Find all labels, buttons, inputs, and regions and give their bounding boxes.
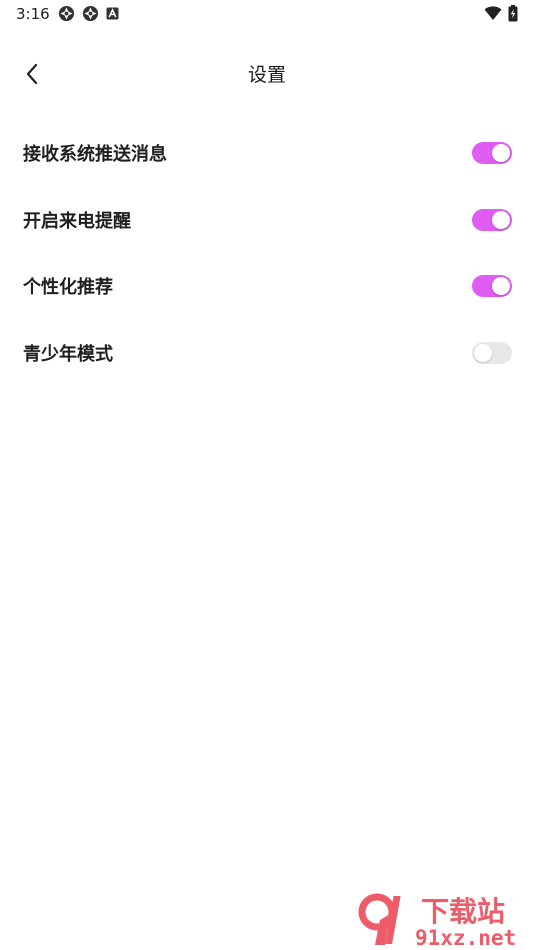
setting-label: 青少年模式 — [23, 343, 113, 365]
personalized-recommendation-toggle[interactable] — [472, 275, 512, 298]
watermark-title: 下载站 — [421, 895, 505, 928]
status-time: 3:16 — [16, 5, 50, 23]
app-notification-icon — [82, 5, 99, 22]
app-notification-icon — [58, 5, 75, 22]
toggle-knob — [492, 277, 510, 296]
status-icons-right — [484, 5, 518, 22]
setting-row-personalized-recommendation: 个性化推荐 — [0, 253, 534, 320]
setting-row-push-messages: 接收系统推送消息 — [0, 120, 534, 187]
status-icons-left — [58, 5, 119, 22]
setting-label: 接收系统推送消息 — [23, 144, 167, 166]
toggle-knob — [492, 210, 510, 229]
teen-mode-toggle[interactable] — [472, 341, 512, 364]
page-title: 设置 — [247, 64, 286, 86]
push-messages-toggle[interactable] — [472, 142, 512, 165]
wifi-icon — [484, 6, 502, 20]
settings-list: 接收系统推送消息 开启来电提醒 个性化推荐 青少年模式 — [0, 120, 534, 386]
watermark-domain: 91xz.net — [415, 926, 516, 948]
setting-label: 开启来电提醒 — [23, 210, 131, 232]
setting-row-teen-mode: 青少年模式 — [0, 320, 534, 387]
status-bar: 3:16 — [0, 0, 534, 28]
header: 设置 — [0, 50, 534, 96]
setting-label: 个性化推荐 — [23, 277, 113, 299]
toggle-knob — [492, 144, 510, 163]
setting-row-call-reminder: 开启来电提醒 — [0, 187, 534, 254]
watermark-logo: 下载站 91xz.net — [358, 893, 516, 948]
battery-charging-icon — [508, 5, 518, 22]
toggle-knob — [474, 343, 492, 362]
font-a-icon — [106, 7, 119, 20]
call-reminder-toggle[interactable] — [472, 208, 512, 231]
